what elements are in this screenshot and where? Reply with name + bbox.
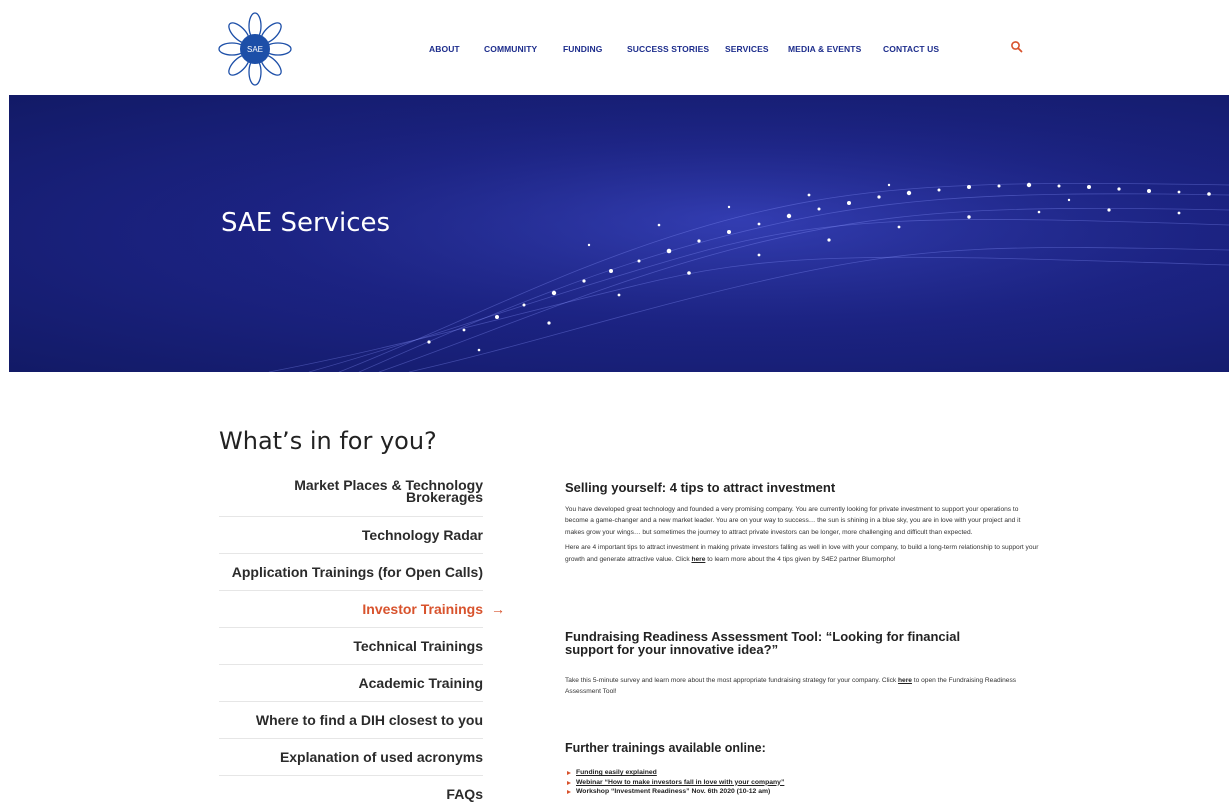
- nav-community[interactable]: COMMUNITY: [484, 44, 537, 54]
- nav-contact-us[interactable]: CONTACT US: [883, 44, 939, 54]
- training-text: Workshop “Investment Readiness” Nov. 6th…: [576, 788, 771, 796]
- site-header: SAE ABOUT COMMUNITY FUNDING SUCCESS STOR…: [0, 0, 1229, 95]
- menu-item-label: Investor Trainings: [362, 601, 483, 617]
- menu-item-label: Where to find a DIH closest to you: [255, 712, 483, 728]
- menu-item-investor-trainings[interactable]: Investor Trainings →: [219, 591, 505, 628]
- menu-item-label: Explanation of used acronyms: [279, 749, 483, 765]
- main-nav: ABOUT COMMUNITY FUNDING SUCCESS STORIES …: [0, 44, 1229, 60]
- nav-success-stories[interactable]: SUCCESS STORIES: [627, 44, 709, 54]
- menu-item-academic-training[interactable]: Academic Training: [219, 665, 483, 702]
- content-heading-selling: Selling yourself: 4 tips to attract inve…: [565, 480, 836, 495]
- further-trainings-list: Funding easily explained Webinar “How to…: [565, 768, 784, 797]
- content-paragraph: You have developed great technology and …: [565, 506, 1021, 536]
- menu-item-application-trainings[interactable]: Application Trainings (for Open Calls): [219, 554, 483, 591]
- content-heading-further: Further trainings available online:: [565, 741, 766, 755]
- nav-funding[interactable]: FUNDING: [563, 44, 602, 54]
- services-menu: Market Places & Technology Brokerages Te…: [219, 466, 505, 812]
- content-panel: Selling yourself: 4 tips to attract inve…: [565, 481, 1040, 565]
- menu-item-technical-trainings[interactable]: Technical Trainings: [219, 628, 483, 665]
- content-heading-fundraising: Fundraising Readiness Assessment Tool: “…: [565, 629, 961, 657]
- content-block-further: Further trainings available online:: [565, 742, 766, 755]
- menu-item-label: Market Places & Technology Brokerages: [294, 477, 483, 505]
- tool-here-link[interactable]: here: [898, 677, 912, 684]
- nav-about[interactable]: ABOUT: [429, 44, 460, 54]
- training-link[interactable]: Funding easily explained: [576, 769, 657, 776]
- content-paragraph-tool: Take this 5-minute survey and learn more…: [565, 675, 1035, 698]
- tips-here-link[interactable]: here: [691, 556, 705, 563]
- section-title: What’s in for you?: [219, 427, 437, 455]
- hero-particle-graphic: [9, 95, 1229, 372]
- menu-item-label: Technical Trainings: [353, 638, 483, 654]
- menu-item-label: Technology Radar: [361, 527, 483, 543]
- content-block-tool-text: Take this 5-minute survey and learn more…: [565, 675, 1035, 698]
- hero-title: SAE Services: [221, 208, 391, 238]
- menu-item-find-dih[interactable]: Where to find a DIH closest to you: [219, 702, 483, 739]
- hero-banner: SAE Services: [9, 95, 1229, 372]
- menu-item-label: Application Trainings (for Open Calls): [231, 564, 483, 580]
- search-icon[interactable]: [1010, 40, 1024, 54]
- menu-item-market-places[interactable]: Market Places & Technology Brokerages: [219, 466, 483, 517]
- nav-media-events[interactable]: MEDIA & EVENTS: [788, 44, 861, 54]
- menu-item-technology-radar[interactable]: Technology Radar: [219, 517, 483, 554]
- list-item: Workshop “Investment Readiness” Nov. 6th…: [565, 787, 784, 797]
- paragraph-text: to learn more about the 4 tips given by …: [705, 555, 896, 563]
- paragraph-text: Take this 5-minute survey and learn more…: [565, 677, 899, 684]
- menu-item-label: Academic Training: [358, 675, 483, 691]
- menu-item-acronyms[interactable]: Explanation of used acronyms: [219, 739, 483, 776]
- menu-item-faqs[interactable]: FAQs: [219, 776, 483, 812]
- content-block-tool: Fundraising Readiness Assessment Tool: “…: [565, 630, 985, 656]
- content-paragraph-tips: Here are 4 important tips to attract inv…: [565, 542, 1040, 565]
- training-link[interactable]: Webinar “How to make investors fall in l…: [576, 779, 784, 786]
- list-item[interactable]: Funding easily explained: [565, 768, 784, 778]
- list-item[interactable]: Webinar “How to make investors fall in l…: [565, 778, 784, 788]
- menu-item-label: FAQs: [446, 786, 483, 802]
- nav-services[interactable]: SERVICES: [725, 44, 769, 54]
- arrow-right-icon: →: [491, 601, 505, 617]
